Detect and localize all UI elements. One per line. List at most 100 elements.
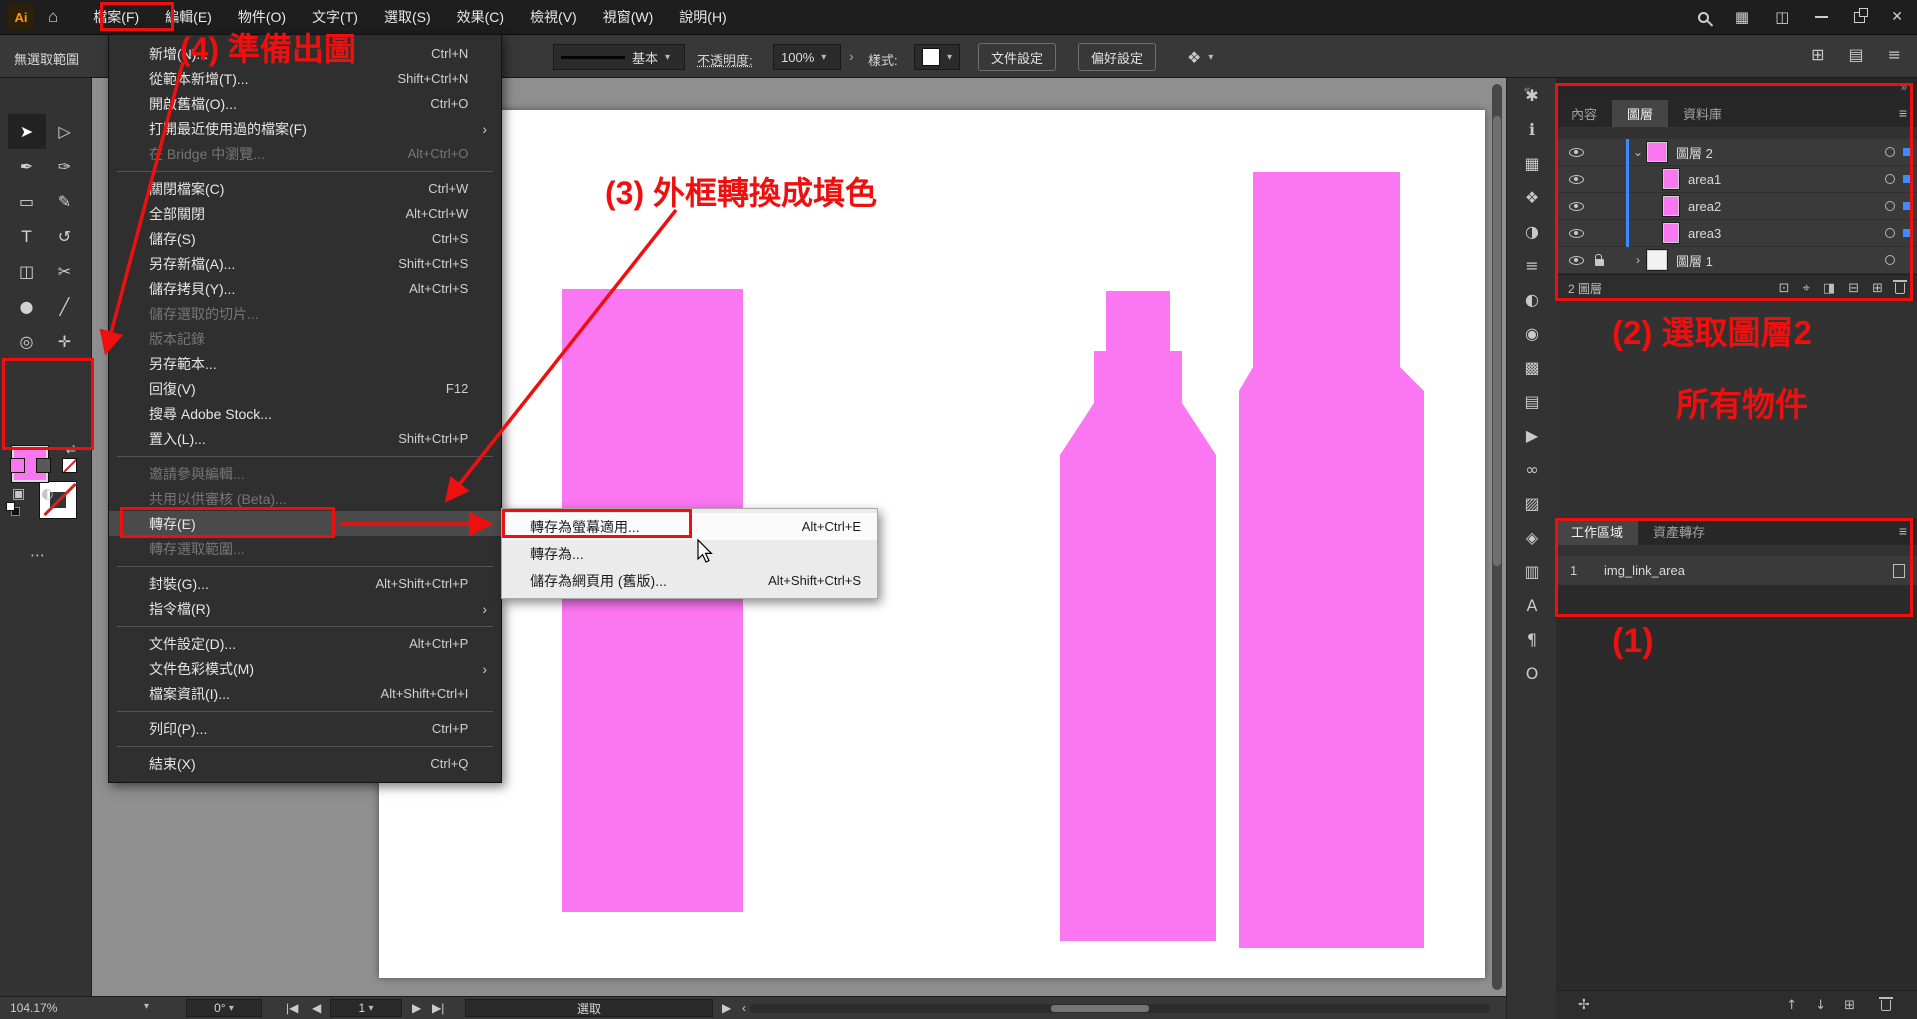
direct-selection-tool[interactable]: ▷ (46, 114, 84, 149)
file-menu-item[interactable]: 封裝(G)... Alt+Shift+Ctrl+P › (109, 571, 501, 596)
menu-bar-item[interactable]: 說明(H) (666, 0, 739, 34)
target-circle-icon[interactable] (1885, 174, 1895, 184)
file-menu-item[interactable]: 指令檔(R) › (109, 596, 501, 621)
file-menu-item[interactable]: 全部關閉 Alt+Ctrl+W › (109, 201, 501, 226)
layer-name[interactable]: 圖層 2 (1676, 143, 1885, 162)
symbols-icon[interactable]: ◈ (1507, 520, 1557, 554)
layer-row[interactable]: 圖層 1 (1556, 247, 1917, 274)
line-segment-tool[interactable]: ╱ (46, 289, 84, 324)
file-menu-item[interactable]: 儲存選取的切片... › (109, 301, 501, 326)
properties-icon[interactable]: ✱ (1507, 78, 1557, 112)
file-menu-item[interactable]: 轉存(E) › (109, 511, 501, 536)
rotate-tool[interactable]: ↺ (46, 219, 84, 254)
recolor-artwork-dropdown[interactable]: ❖ ▾ (1180, 44, 1228, 70)
stroke-style-dropdown[interactable]: 基本 ▾ (553, 44, 685, 70)
swap-fill-stroke-icon[interactable]: ⇄ (66, 442, 76, 456)
new-layer-icon[interactable]: ⊞ (1872, 281, 1883, 296)
close-button[interactable]: ✕ (1891, 9, 1903, 25)
file-menu-item[interactable]: 版本記錄 › (109, 326, 501, 351)
character-icon[interactable]: A (1507, 588, 1557, 622)
opacity-label[interactable]: 不透明度: (697, 50, 753, 69)
layer-row[interactable]: area1 (1556, 166, 1917, 193)
file-menu-item[interactable]: 轉存選取範圍... › (109, 536, 501, 561)
scissors-tool[interactable]: ✂ (46, 254, 84, 289)
actions-icon[interactable]: ▶ (1507, 418, 1557, 452)
delete-layer-icon[interactable] (1895, 283, 1905, 294)
artboard-page-icon[interactable] (1893, 564, 1905, 578)
horizontal-scrollbar-thumb[interactable] (1051, 1005, 1149, 1012)
target-circle-icon[interactable] (1885, 228, 1895, 238)
selection-tool[interactable]: ➤ (8, 114, 46, 149)
opacity-dropdown[interactable]: 100% ▾ (773, 44, 841, 70)
visibility-eye-icon[interactable] (1569, 202, 1584, 211)
file-menu-item[interactable]: 文件設定(D)... Alt+Ctrl+P › (109, 631, 501, 656)
clipping-mask-icon[interactable]: ◨ (1823, 281, 1835, 296)
layer-thumbnail[interactable] (1647, 142, 1667, 162)
blob-brush-tool[interactable]: ● (8, 289, 46, 324)
panel-tab[interactable]: 工作區域 (1556, 518, 1638, 545)
file-menu-item[interactable]: 共用以供審核 (Beta)... › (109, 486, 501, 511)
new-artboard-icon[interactable]: ⊞ (1844, 998, 1855, 1013)
eraser-tool[interactable]: ◫ (8, 254, 46, 289)
status-indicator[interactable]: 選取 (465, 999, 713, 1017)
align-panel-icon[interactable]: ⊞ (1811, 45, 1824, 64)
menu-bar-item[interactable]: 效果(C) (444, 0, 517, 34)
target-circle-icon[interactable] (1885, 147, 1895, 157)
status-play-icon[interactable]: ▶ (722, 1001, 731, 1015)
zoom-tool[interactable]: ◎ (8, 324, 46, 359)
hand-tool[interactable]: ✛ (46, 324, 84, 359)
visibility-eye-icon[interactable] (1569, 175, 1584, 184)
opentype-icon[interactable]: O (1507, 656, 1557, 690)
layer-thumbnail[interactable] (1647, 250, 1667, 270)
file-menu-item[interactable]: 另存新檔(A)... Shift+Ctrl+S › (109, 251, 501, 276)
curvature-tool[interactable]: ✑ (46, 149, 84, 184)
stroke-icon[interactable]: ≡ (1507, 248, 1557, 282)
export-submenu-item[interactable]: 轉存為螢幕適用... Alt+Ctrl+E (502, 513, 877, 540)
dock-panel-icon[interactable]: ▤ (1848, 45, 1863, 64)
target-circle-icon[interactable] (1885, 255, 1895, 265)
menu-bar-item[interactable]: 檔案(F) (80, 0, 152, 34)
layer-name[interactable]: 圖層 1 (1676, 251, 1885, 270)
pencil-tool[interactable]: ✎ (46, 184, 84, 219)
gradient-icon[interactable]: ▥ (1507, 554, 1557, 588)
minimize-button[interactable] (1815, 16, 1828, 18)
artboards-panel-menu-icon[interactable]: ≡ (1899, 523, 1907, 539)
menu-bar-item[interactable]: 視窗(W) (590, 0, 667, 34)
locate-object-icon[interactable]: ⌖ (1803, 281, 1810, 296)
gradient-button[interactable] (36, 458, 51, 473)
menu-bar-item[interactable]: 檢視(V) (517, 0, 590, 34)
layer-thumbnail[interactable] (1663, 196, 1679, 216)
asset-export-icon[interactable]: ▨ (1507, 486, 1557, 520)
previous-artboard-button[interactable]: ◀ (312, 1001, 321, 1015)
document-setup-button[interactable]: 文件設定 (978, 43, 1056, 71)
file-menu-item[interactable]: 打開最近使用過的檔案(F) › (109, 116, 501, 141)
file-menu-item[interactable]: 儲存拷貝(Y)... Alt+Ctrl+S › (109, 276, 501, 301)
panel-menu-icon[interactable]: ≡ (1888, 45, 1901, 64)
opacity-expand-chevron[interactable]: › (849, 48, 854, 64)
menu-bar-item[interactable]: 選取(S) (371, 0, 444, 34)
appearance-icon[interactable]: ◉ (1507, 316, 1557, 350)
swatches-icon[interactable]: ▤ (1507, 384, 1557, 418)
layer-row[interactable]: area2 (1556, 193, 1917, 220)
pathfinder-icon[interactable]: ❖ (1507, 180, 1557, 214)
links-icon[interactable]: ∞ (1507, 452, 1557, 486)
last-artboard-button[interactable]: ▶| (432, 1001, 444, 1015)
lock-icon[interactable] (1595, 259, 1604, 266)
file-menu-item[interactable]: 儲存(S) Ctrl+S › (109, 226, 501, 251)
artboard-name[interactable]: img_link_area (1604, 563, 1893, 578)
collect-export-icon[interactable]: ⊡ (1779, 281, 1790, 296)
arrange-documents-icon[interactable]: ▦ (1735, 8, 1749, 26)
file-menu-item[interactable]: 檔案資訊(I)... Alt+Shift+Ctrl+I › (109, 681, 501, 706)
preferences-button[interactable]: 偏好設定 (1078, 43, 1156, 71)
file-menu-item[interactable]: 開啟舊檔(O)... Ctrl+O › (109, 91, 501, 116)
search-icon[interactable] (1698, 12, 1709, 23)
info-icon[interactable]: ℹ (1507, 112, 1557, 146)
none-button[interactable] (62, 458, 77, 473)
zoom-dropdown-icon[interactable]: ▾ (144, 1001, 149, 1012)
horizontal-scrollbar[interactable] (750, 1004, 1490, 1013)
layer-row[interactable]: 圖層 2 (1556, 139, 1917, 166)
color-button[interactable] (10, 458, 25, 473)
color-icon[interactable]: ◑ (1507, 214, 1557, 248)
artboard-row[interactable]: 1 img_link_area (1556, 556, 1917, 586)
artboard-navigation-dropdown[interactable]: 1 ▾ (330, 999, 402, 1017)
